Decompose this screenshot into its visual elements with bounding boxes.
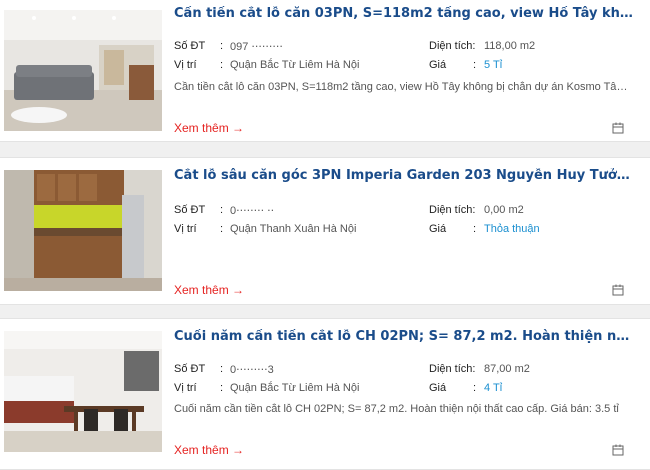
separator: : <box>220 363 224 375</box>
calendar-icon[interactable] <box>612 122 624 134</box>
listing-title[interactable]: Cắt lỗ sâu căn góc 3PN Imperia Garden 20… <box>174 168 636 183</box>
listing-description: Cuối năm cần tiền cắt lỗ CH 02PN; S= 87,… <box>174 403 619 415</box>
calendar-icon[interactable] <box>612 444 624 456</box>
separator: : <box>220 59 224 71</box>
price-label: Giá <box>429 382 447 394</box>
see-more-link[interactable]: Xem thêm → <box>174 443 244 457</box>
location-label: Vị trí <box>174 223 197 235</box>
separator: : <box>220 204 224 216</box>
phone-value: 0‧‧‧‧‧‧‧‧‧3 <box>230 364 274 376</box>
calendar-icon[interactable] <box>612 284 624 296</box>
location-value: Quận Bắc Từ Liêm Hà Nội <box>230 59 360 71</box>
listing-photo[interactable] <box>4 170 162 291</box>
separator: : <box>220 40 224 52</box>
phone-value: 097 ‧‧‧‧‧‧‧‧‧ <box>230 41 283 53</box>
location-label: Vị trí <box>174 59 197 71</box>
separator: : <box>473 223 477 235</box>
listing-card: Cuối năm cần tiền cắt lỗ CH 02PN; S= 87,… <box>0 318 650 470</box>
listing-title[interactable]: Cuối năm cần tiền cắt lỗ CH 02PN; S= 87,… <box>174 329 636 344</box>
area-value: 0,00 m2 <box>484 204 524 216</box>
price-value: Thỏa thuận <box>484 223 540 235</box>
area-value: 87,00 m2 <box>484 363 530 375</box>
listing-photo[interactable] <box>4 10 162 131</box>
separator: : <box>473 382 477 394</box>
see-more-link[interactable]: Xem thêm → <box>174 283 244 297</box>
area-label: Diện tích: <box>429 40 476 52</box>
listing-title[interactable]: Cần tiền cắt lỗ căn 03PN, S=118m2 tầng c… <box>174 6 636 21</box>
listing-description: Cần tiền cắt lỗ căn 03PN, S=118m2 tầng c… <box>174 81 630 93</box>
area-label: Diện tích: <box>429 363 476 375</box>
location-label: Vị trí <box>174 382 197 394</box>
price-label: Giá <box>429 223 447 235</box>
area-label: Diện tích: <box>429 204 476 216</box>
listing-card: Cắt lỗ sâu căn góc 3PN Imperia Garden 20… <box>0 157 650 305</box>
area-value: 118,00 m2 <box>484 40 536 52</box>
listing-photo[interactable] <box>4 331 162 452</box>
phone-label: Số ĐT <box>174 40 206 52</box>
location-value: Quận Bắc Từ Liêm Hà Nội <box>230 382 360 394</box>
phone-label: Số ĐT <box>174 363 206 375</box>
separator: : <box>220 223 224 235</box>
price-label: Giá <box>429 59 447 71</box>
listing-card: Cần tiền cắt lỗ căn 03PN, S=118m2 tầng c… <box>0 0 650 142</box>
price-value: 4 Tỉ <box>484 382 503 394</box>
location-value: Quận Thanh Xuân Hà Nội <box>230 223 357 235</box>
listing-list: Cần tiền cắt lỗ căn 03PN, S=118m2 tầng c… <box>0 0 650 470</box>
see-more-link[interactable]: Xem thêm → <box>174 121 244 135</box>
separator: : <box>473 59 477 71</box>
price-value: 5 Tỉ <box>484 59 503 71</box>
phone-label: Số ĐT <box>174 204 206 216</box>
phone-value: 0‧‧‧‧‧‧‧‧ ‧‧ <box>230 205 275 217</box>
separator: : <box>220 382 224 394</box>
